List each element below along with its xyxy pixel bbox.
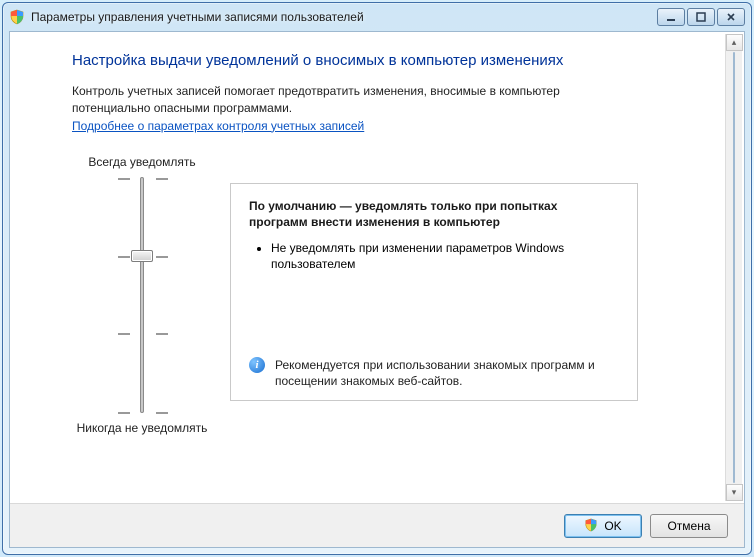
scroll-up-button[interactable]: ▴ [726, 34, 743, 51]
button-bar: OK Отмена [10, 503, 744, 547]
uac-settings-window: Параметры управления учетными записями п… [2, 2, 752, 555]
maximize-button[interactable] [687, 8, 715, 26]
cancel-button[interactable]: Отмена [650, 514, 728, 538]
slider-label-never: Никогда не уведомлять [77, 421, 208, 435]
info-icon: i [249, 357, 265, 373]
learn-more-link[interactable]: Подробнее о параметрах контроля учетных … [72, 119, 364, 133]
slider-thumb[interactable] [131, 250, 153, 262]
close-button[interactable] [717, 8, 745, 26]
level-title: По умолчанию — уведомлять только при поп… [249, 198, 619, 230]
notification-slider[interactable] [140, 177, 144, 413]
shield-icon [584, 518, 600, 534]
ok-button-label: OK [604, 519, 621, 533]
slider-label-always: Всегда уведомлять [88, 155, 195, 169]
scroll-thumb[interactable] [733, 52, 735, 483]
level-recommendation: Рекомендуется при использовании знакомых… [275, 357, 619, 389]
minimize-button[interactable] [657, 8, 685, 26]
window-title: Параметры управления учетными записями п… [31, 10, 651, 24]
intro-text: Контроль учетных записей помогает предот… [72, 83, 632, 117]
cancel-button-label: Отмена [667, 519, 710, 533]
scroll-down-button[interactable]: ▾ [726, 484, 743, 501]
content: Настройка выдачи уведомлений о вносимых … [10, 32, 744, 503]
titlebar[interactable]: Параметры управления учетными записями п… [3, 3, 751, 31]
level-description-box: По умолчанию — уведомлять только при поп… [230, 183, 638, 401]
client-area: Настройка выдачи уведомлений о вносимых … [9, 31, 745, 548]
page-heading: Настройка выдачи уведомлений о вносимых … [72, 52, 708, 69]
vertical-scrollbar[interactable]: ▴ ▾ [725, 34, 742, 501]
ok-button[interactable]: OK [564, 514, 642, 538]
level-bullet: Не уведомлять при изменении параметров W… [271, 240, 619, 272]
shield-icon [9, 9, 25, 25]
